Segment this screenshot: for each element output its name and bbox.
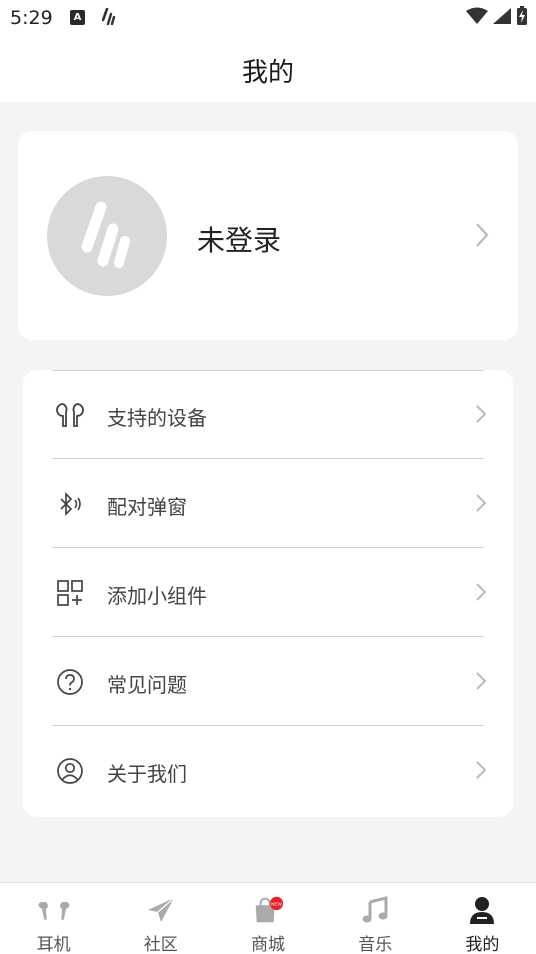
- app-notification-icon: [101, 7, 116, 30]
- status-bar: 5:29 A: [0, 0, 536, 36]
- earbuds-icon: [55, 400, 85, 430]
- chevron-right-icon: [475, 493, 487, 517]
- music-note-icon: [358, 895, 392, 925]
- menu-item-faq[interactable]: 常见问题: [23, 637, 513, 726]
- menu-item-pairing-popup[interactable]: 配对弹窗: [23, 459, 513, 548]
- tab-store[interactable]: NEW 商城: [214, 883, 321, 954]
- menu-item-add-widget[interactable]: 添加小组件: [23, 548, 513, 637]
- chevron-right-icon: [475, 760, 487, 784]
- menu-item-supported-devices[interactable]: 支持的设备: [23, 370, 513, 459]
- tab-label: 音乐: [358, 935, 393, 954]
- bottom-tab-bar: 耳机 社区 NEW 商城 音乐 我的: [0, 882, 536, 954]
- tab-music[interactable]: 音乐: [322, 883, 429, 954]
- chevron-right-icon: [475, 671, 487, 695]
- page-title: 我的: [241, 58, 294, 88]
- question-icon: [55, 667, 85, 697]
- profile-card[interactable]: 未登录: [18, 131, 518, 340]
- avatar[interactable]: [47, 176, 167, 296]
- cell-signal-icon: [492, 7, 512, 29]
- tab-label: 商城: [251, 935, 285, 954]
- tab-earphones[interactable]: 耳机: [0, 883, 107, 954]
- tab-mine[interactable]: 我的: [429, 883, 536, 954]
- page-header: 我的: [0, 36, 536, 102]
- chevron-right-icon: [474, 221, 490, 253]
- bluetooth-icon: [55, 489, 85, 519]
- menu-card: 支持的设备 配对弹窗 添加小组件 常见问题 关于我们: [23, 370, 513, 817]
- menu-item-label: 支持的设备: [107, 406, 207, 430]
- tab-label: 耳机: [36, 935, 71, 954]
- chevron-right-icon: [475, 404, 487, 428]
- app-logo-icon: [81, 201, 130, 268]
- tab-label: 社区: [143, 935, 178, 954]
- svg-text:NEW: NEW: [271, 901, 283, 907]
- earphones-icon: [37, 895, 71, 925]
- widget-add-icon: [55, 578, 85, 608]
- wifi-icon: [466, 7, 488, 29]
- person-icon: [465, 895, 499, 925]
- login-status-label[interactable]: 未登录: [197, 219, 281, 259]
- notification-a-icon: A: [70, 10, 85, 25]
- battery-charging-icon: [516, 6, 528, 30]
- tab-community[interactable]: 社区: [107, 883, 214, 954]
- tab-label: 我的: [465, 935, 500, 954]
- menu-item-label: 配对弹窗: [107, 495, 187, 519]
- user-circle-icon: [55, 756, 85, 786]
- menu-item-label: 常见问题: [107, 673, 187, 697]
- menu-item-label: 添加小组件: [107, 584, 207, 608]
- status-time: 5:29: [10, 7, 53, 29]
- shopping-bag-icon: NEW: [251, 895, 285, 925]
- menu-item-label: 关于我们: [107, 762, 187, 786]
- menu-item-about-us[interactable]: 关于我们: [23, 726, 513, 815]
- chevron-right-icon: [475, 582, 487, 606]
- paper-plane-icon: [144, 895, 178, 925]
